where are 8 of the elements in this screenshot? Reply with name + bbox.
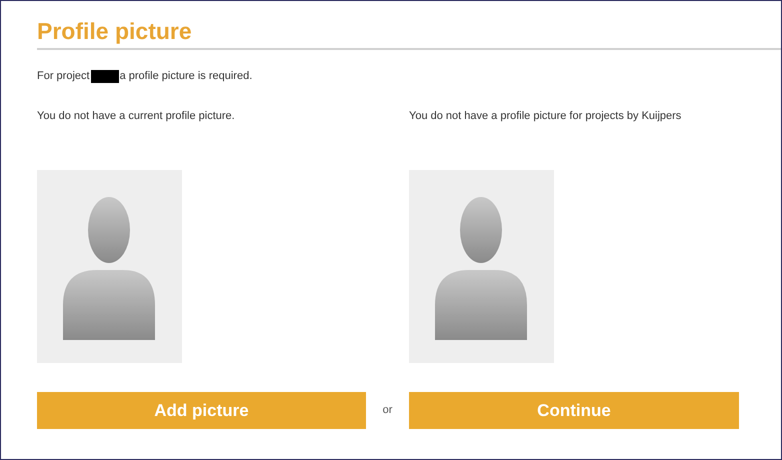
add-picture-button[interactable]: Add picture	[37, 392, 366, 429]
continue-button[interactable]: Continue	[409, 392, 739, 429]
info-text: You do not have a current profile picture.	[37, 110, 236, 124]
separator-text: or	[382, 403, 392, 418]
page-title: Profile picture	[37, 17, 193, 46]
info-text: You do not have a profile picture for projects by Kuijpers	[409, 110, 682, 124]
notice-text: a profile picture is required.	[120, 68, 252, 84]
notice-text: For project	[37, 68, 90, 84]
